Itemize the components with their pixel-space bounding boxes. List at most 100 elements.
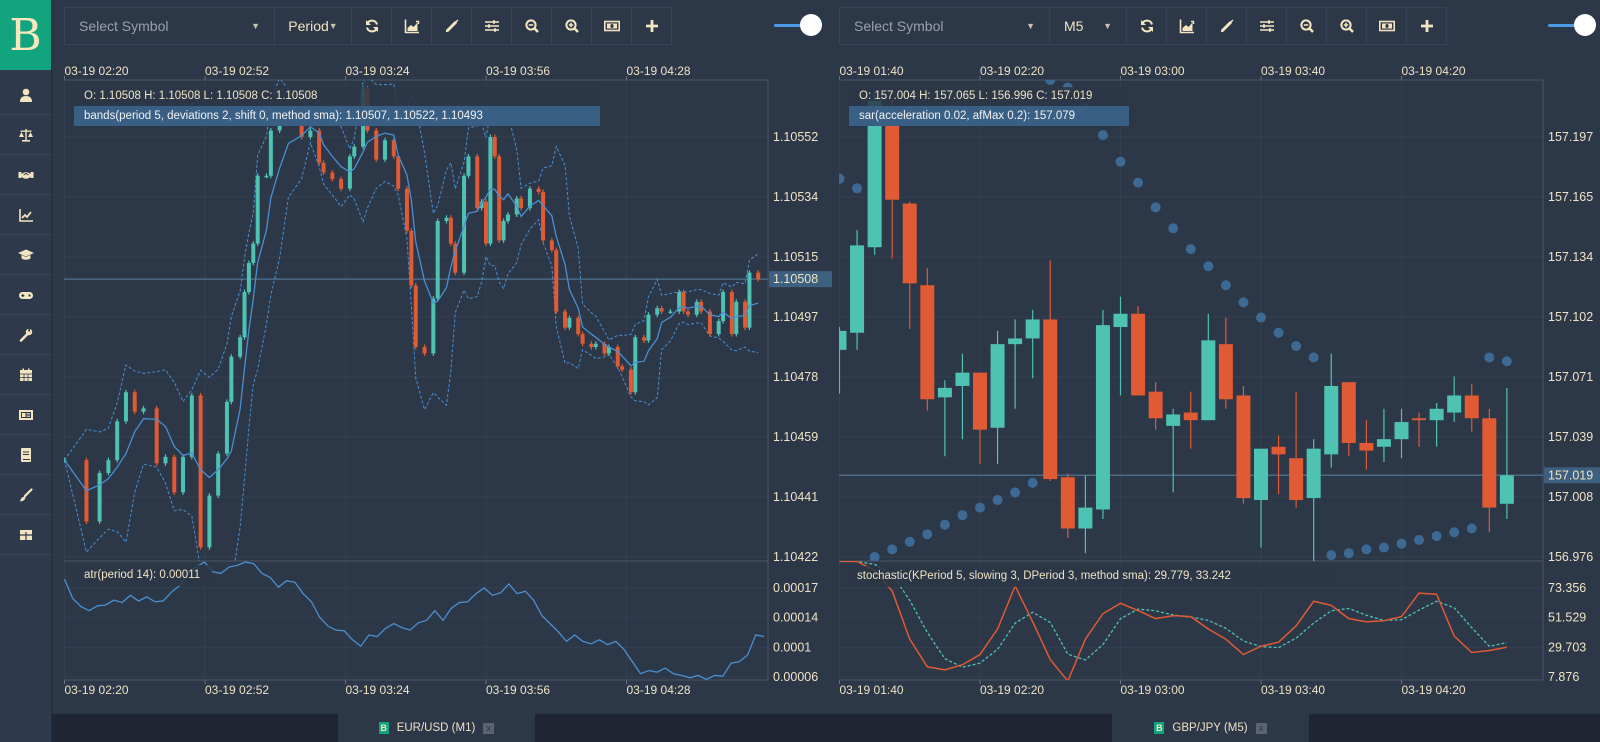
candle-body bbox=[435, 221, 440, 299]
candle-body bbox=[264, 175, 269, 178]
x-tick-label-bottom: 03-19 02:52 bbox=[205, 683, 269, 697]
sub-indicator-readout: stochastic(KPeriod 5, slowing 3, DPeriod… bbox=[847, 566, 1337, 587]
tab-gbpjpy[interactable]: B GBP/JPY (M5) x bbox=[1112, 714, 1309, 742]
user-icon bbox=[19, 88, 32, 102]
sar-dot bbox=[869, 552, 880, 561]
x-tick-label-top: 03-19 03:40 bbox=[1261, 64, 1325, 78]
candle-body bbox=[642, 337, 647, 341]
indicator-readout: sar(acceleration 0.02, afMax 0.2): 157.0… bbox=[849, 106, 1129, 126]
tab-eurusd[interactable]: B EUR/USD (M1) x bbox=[338, 714, 535, 742]
candle-body bbox=[567, 317, 572, 328]
x-tick-label-bottom: 03-19 01:40 bbox=[840, 683, 904, 697]
x-tick-label-top: 03-19 04:28 bbox=[627, 64, 691, 78]
candle-body bbox=[242, 292, 247, 338]
sub-y-tick-label: 29.703 bbox=[1548, 640, 1586, 654]
sub-y-tick-label: 73.356 bbox=[1548, 581, 1586, 595]
candle-body bbox=[756, 272, 761, 280]
close-icon[interactable]: x bbox=[483, 722, 495, 734]
price-plot bbox=[64, 80, 768, 561]
candle-body bbox=[937, 387, 952, 398]
candle-body bbox=[181, 456, 186, 493]
y-tick-label: 1.10515 bbox=[773, 250, 818, 264]
sar-dot bbox=[939, 519, 950, 530]
sidebar-item-user[interactable] bbox=[0, 75, 51, 115]
sidebar-item-chart-line[interactable] bbox=[0, 195, 51, 235]
x-tick-label-top: 03-19 01:40 bbox=[840, 64, 904, 78]
y-tick-label: 1.10441 bbox=[773, 490, 818, 504]
x-tick-label-bottom: 03-19 03:56 bbox=[486, 683, 550, 697]
candle-body bbox=[383, 140, 388, 160]
newspaper-icon bbox=[18, 409, 33, 420]
sar-dot bbox=[1501, 356, 1512, 367]
candle-body bbox=[255, 175, 260, 244]
sidebar-item-table[interactable] bbox=[0, 515, 51, 555]
sar-dot bbox=[1449, 527, 1460, 538]
sidebar-item-calendar[interactable] bbox=[0, 355, 51, 395]
candle-body bbox=[1236, 395, 1251, 499]
candle-body bbox=[955, 372, 970, 386]
sar-dot bbox=[992, 494, 1003, 505]
candle-body bbox=[466, 156, 471, 176]
candle-body bbox=[216, 453, 221, 496]
candle-body bbox=[409, 230, 414, 286]
candle-body bbox=[330, 172, 335, 179]
candle-body bbox=[1464, 395, 1479, 419]
sidebar-item-gamepad[interactable] bbox=[0, 275, 51, 315]
sar-dot bbox=[1220, 280, 1231, 291]
price-plot bbox=[839, 80, 1543, 561]
candle-body bbox=[902, 203, 917, 284]
sidebar-item-handshake[interactable] bbox=[0, 155, 51, 195]
sidebar-item-wrench[interactable] bbox=[0, 315, 51, 355]
sub-y-tick-label: 51.529 bbox=[1548, 611, 1586, 625]
candle-body bbox=[1218, 344, 1233, 400]
candle-body bbox=[246, 263, 251, 293]
sar-dot bbox=[922, 529, 933, 540]
y-tick-label: 156.976 bbox=[1548, 550, 1593, 564]
balance-scale-icon bbox=[18, 128, 33, 142]
x-tick-label-top: 03-19 03:56 bbox=[486, 64, 550, 78]
sidebar-item-graduation-cap[interactable] bbox=[0, 235, 51, 275]
brand-logo-icon: B bbox=[378, 722, 389, 734]
ohlc-readout: O: 1.10508 H: 1.10508 L: 1.10508 C: 1.10… bbox=[74, 87, 600, 106]
sub-y-tick-label: 0.00006 bbox=[773, 670, 818, 684]
ohlc-overlay: O: 1.10508 H: 1.10508 L: 1.10508 C: 1.10… bbox=[74, 87, 600, 126]
current-price-label: 157.019 bbox=[1548, 468, 1593, 482]
sar-dot bbox=[1203, 261, 1214, 272]
candle-body bbox=[396, 156, 401, 189]
candle-body bbox=[628, 369, 633, 393]
candle-body bbox=[1131, 313, 1146, 396]
sar-dot bbox=[1150, 202, 1161, 213]
sidebar-item-paint-brush[interactable] bbox=[0, 475, 51, 515]
candle-body bbox=[1095, 325, 1110, 510]
candle-body bbox=[1078, 507, 1093, 529]
y-tick-label: 157.039 bbox=[1548, 430, 1593, 444]
x-tick-label-top: 03-19 02:20 bbox=[65, 64, 129, 78]
candle-body bbox=[729, 292, 734, 335]
candle-body bbox=[1060, 477, 1075, 529]
candle-body bbox=[1008, 338, 1023, 345]
sar-dot bbox=[1326, 550, 1337, 561]
y-tick-label: 1.10534 bbox=[773, 190, 818, 204]
paint-brush-icon bbox=[19, 487, 33, 501]
candle-body bbox=[374, 130, 379, 160]
candle-body bbox=[716, 321, 721, 335]
x-tick-label-top: 03-19 04:20 bbox=[1402, 64, 1466, 78]
candle-body bbox=[448, 217, 453, 244]
candle-body bbox=[251, 243, 256, 263]
sar-dot bbox=[1291, 341, 1302, 352]
candle-body bbox=[973, 372, 987, 430]
candle-body bbox=[497, 156, 502, 241]
logo[interactable]: B bbox=[0, 0, 51, 70]
sub-y-tick-label: 0.00017 bbox=[773, 581, 818, 595]
candle-body bbox=[444, 217, 449, 221]
sidebar-item-balance-scale[interactable] bbox=[0, 115, 51, 155]
candle-body bbox=[97, 473, 102, 522]
sidebar-item-book[interactable] bbox=[0, 435, 51, 475]
candle-body bbox=[615, 347, 620, 367]
sar-dot bbox=[1185, 244, 1196, 255]
close-icon[interactable]: x bbox=[1255, 722, 1267, 734]
candle-body bbox=[163, 456, 168, 464]
sidebar-item-newspaper[interactable] bbox=[0, 395, 51, 435]
sar-dot bbox=[1361, 544, 1372, 555]
candle-body bbox=[475, 156, 480, 209]
